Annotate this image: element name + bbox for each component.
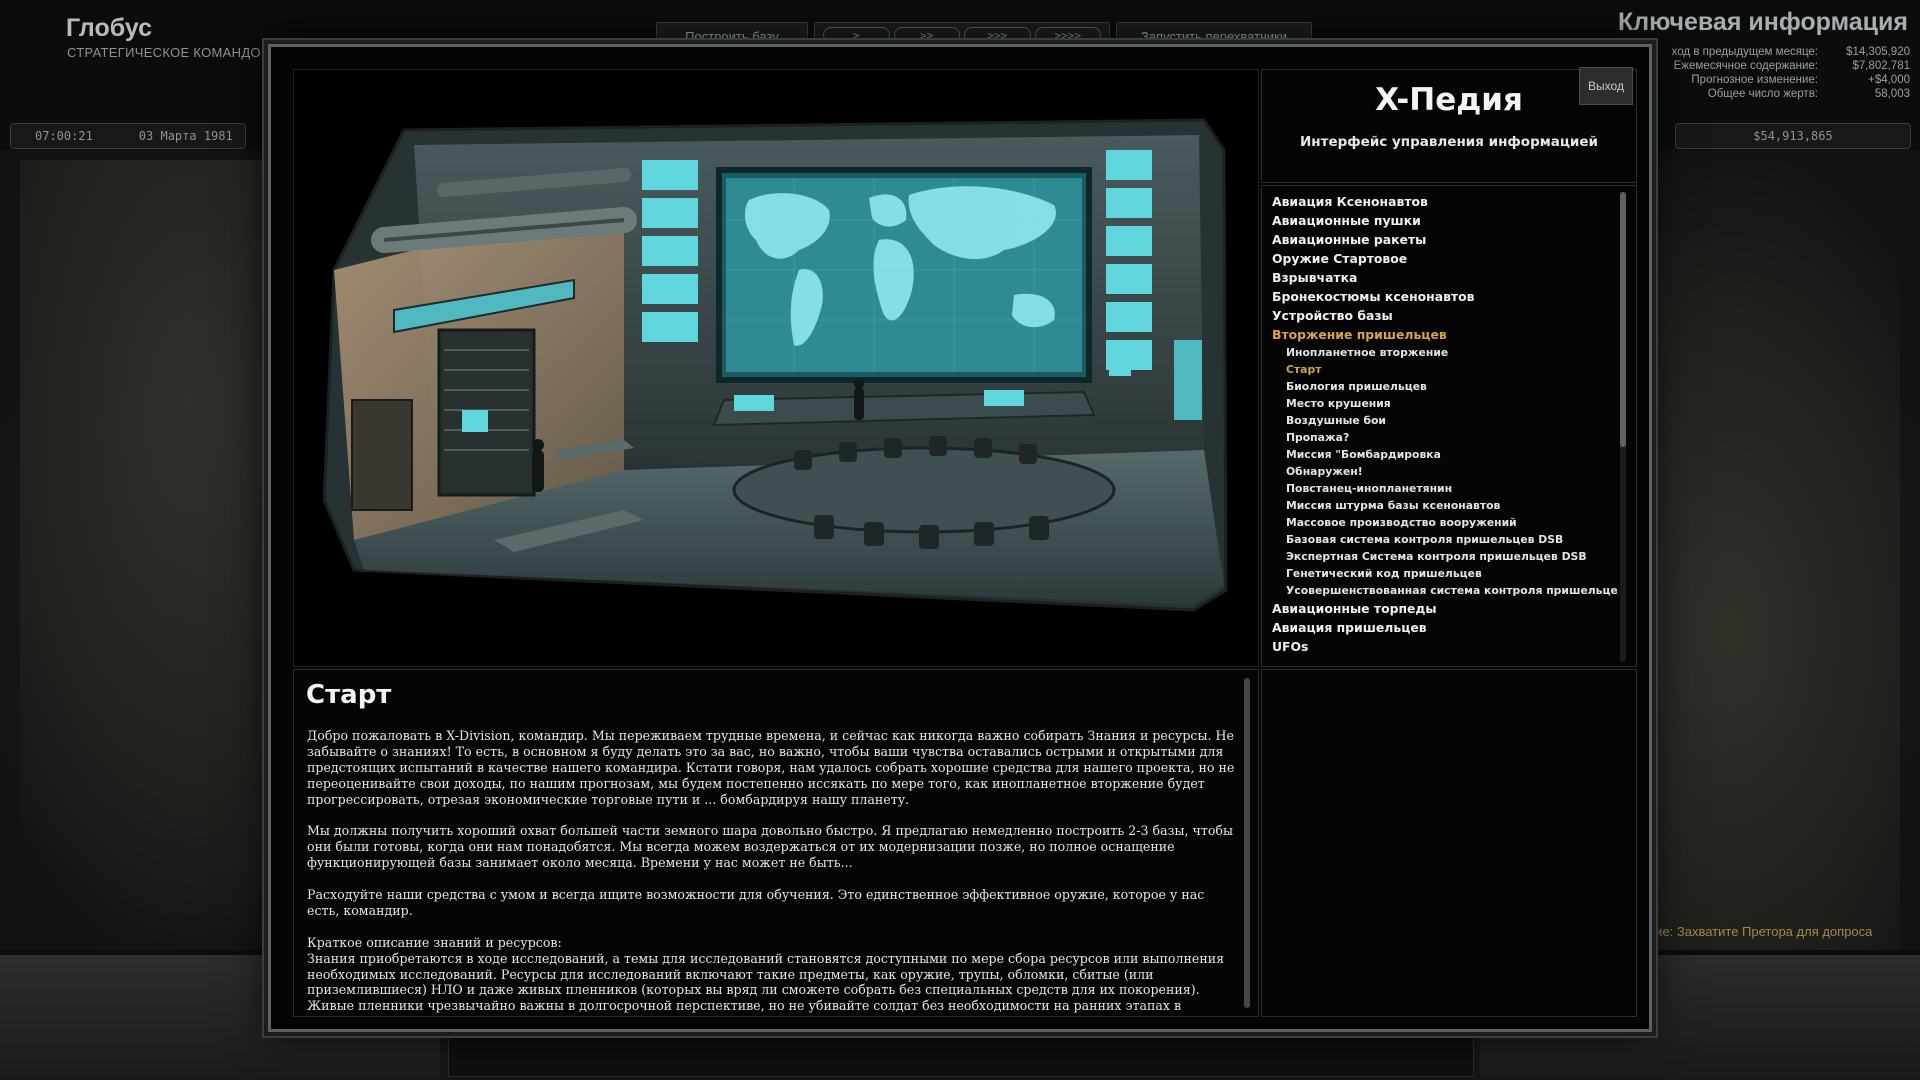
- subtopic-item[interactable]: Массовое производство вооружений: [1272, 514, 1617, 531]
- exit-button[interactable]: Выход: [1579, 67, 1633, 105]
- info-row: Ежемесячное содержание: $7,802,781: [1673, 60, 1910, 72]
- category-item[interactable]: Устройство базы: [1272, 306, 1617, 325]
- article-paragraph: Мы должны получить хороший охват большей…: [307, 823, 1234, 871]
- speed-1-button[interactable]: >: [823, 27, 890, 43]
- category-item[interactable]: Авиация Ксенонавтов: [1272, 192, 1617, 211]
- screen-title: Глобус: [66, 14, 153, 42]
- article-scroll-thumb[interactable]: [1244, 678, 1250, 1008]
- funds-display: $54,913,865: [1675, 123, 1911, 149]
- article-paragraph: Добро пожаловать в X-Division, командир.…: [307, 728, 1235, 807]
- xpedia-window: X-Педия Интерфейс управления информацией…: [268, 44, 1652, 1032]
- article-scrollbar[interactable]: [1244, 678, 1250, 1008]
- article-pane: Старт Добро пожаловать в X-Division, ком…: [293, 669, 1259, 1017]
- info-row: Общее число жертв: 58,003: [1707, 88, 1910, 100]
- info-row: Прогнозное изменение: +$4,000: [1691, 74, 1910, 86]
- subtopic-item[interactable]: Базовая система контроля пришельцев DSB: [1272, 531, 1617, 548]
- details-pane: [1261, 669, 1637, 1017]
- topic-list-scroll-thumb[interactable]: [1620, 192, 1626, 447]
- speed-2-button[interactable]: >>: [893, 27, 960, 43]
- key-info-title: Ключевая информация: [1617, 8, 1908, 36]
- subtopic-item[interactable]: Биология пришельцев: [1272, 378, 1617, 395]
- subtopic-item[interactable]: Пропажа?: [1272, 429, 1617, 446]
- speed-4-button[interactable]: >>>>: [1034, 27, 1101, 43]
- article-paragraph: Расходуйте наши средства с умом и всегда…: [307, 887, 1205, 918]
- category-item[interactable]: Оружие Стартовое: [1272, 249, 1617, 268]
- category-item[interactable]: UFOs: [1272, 637, 1617, 656]
- key-info-table: ход в предыдущем месяце: $14,305,920 Ежем…: [1620, 46, 1910, 102]
- category-item[interactable]: Авиационные ракеты: [1272, 230, 1617, 249]
- subtopic-item[interactable]: Инопланетное вторжение: [1272, 344, 1617, 361]
- xpedia-subtitle: Интерфейс управления информацией: [1300, 134, 1598, 150]
- subtopic-item[interactable]: Экспертная Система контроля пришельцев D…: [1272, 548, 1617, 565]
- subtopic-item-active[interactable]: Старт: [1272, 361, 1617, 378]
- objective-text[interactable]: ние: Захватите Претора для допроса: [1648, 924, 1872, 939]
- subtopic-item[interactable]: Усовершенствованная система контроля при…: [1272, 582, 1617, 599]
- command-room-illustration: [322, 118, 1228, 612]
- screen-subtitle: СТРАТЕГИЧЕСКОЕ КОМАНДОВА: [67, 45, 279, 60]
- subtopic-item[interactable]: Место крушения: [1272, 395, 1617, 412]
- category-item[interactable]: Взрывчатка: [1272, 268, 1617, 287]
- category-item-active[interactable]: Вторжение пришельцев: [1272, 325, 1617, 344]
- subtopic-item[interactable]: Повстанец-инопланетянин: [1272, 480, 1617, 497]
- subtopic-item[interactable]: Воздушные бои: [1272, 412, 1617, 429]
- subtopic-item[interactable]: Миссия штурма базы ксенонавтов: [1272, 497, 1617, 514]
- article-body: Добро пожаловать в X-Division, командир.…: [307, 728, 1237, 1016]
- article-paragraph: Краткое описание знаний и ресурсов: Знан…: [307, 934, 1225, 1014]
- category-item[interactable]: Авиационные пушки: [1272, 211, 1617, 230]
- topic-list-scrollbar[interactable]: [1620, 192, 1626, 662]
- category-item[interactable]: Бронекостюмы ксенонавтов: [1272, 287, 1617, 306]
- speed-3-button[interactable]: >>>: [964, 27, 1031, 43]
- article-title: Старт: [306, 680, 392, 710]
- illustration-pane: [293, 69, 1259, 667]
- topic-list-items: Авиация Ксенонавтов Авиационные пушки Ав…: [1272, 192, 1617, 656]
- clock-time: 07:00:21: [35, 129, 93, 143]
- game-clock: 07:00:21 03 Марта 1981: [10, 123, 246, 149]
- category-item[interactable]: Авиация пришельцев: [1272, 618, 1617, 637]
- subtopic-item[interactable]: Генетический код пришельцев: [1272, 565, 1617, 582]
- subtopic-item[interactable]: Обнаружен!: [1272, 463, 1617, 480]
- topic-list: Авиация Ксенонавтов Авиационные пушки Ав…: [1261, 185, 1637, 667]
- category-item[interactable]: Авиационные торпеды: [1272, 599, 1617, 618]
- subtopic-item[interactable]: Миссия "Бомбардировка: [1272, 446, 1617, 463]
- info-row: ход в предыдущем месяце: $14,305,920: [1671, 46, 1910, 58]
- clock-date: 03 Марта 1981: [138, 129, 233, 143]
